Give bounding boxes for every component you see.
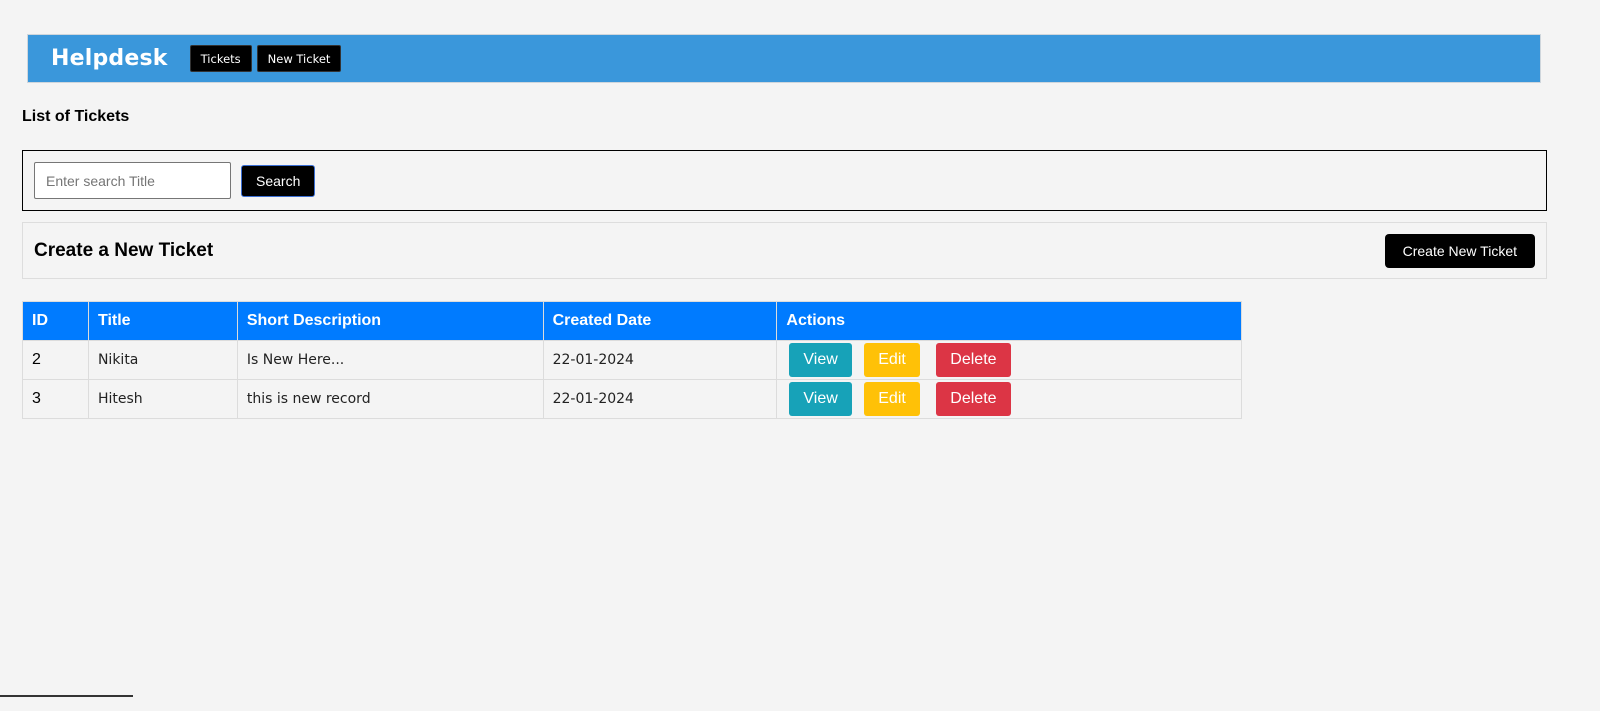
navbar: Helpdesk Tickets New Ticket bbox=[27, 34, 1541, 83]
cell-id: 3 bbox=[22, 379, 89, 419]
cell-created-date: 22-01-2024 bbox=[542, 340, 778, 380]
horizontal-scrollbar[interactable] bbox=[0, 695, 133, 697]
table-row: 3 Hitesh this is new record 22-01-2024 V… bbox=[22, 379, 1242, 419]
create-ticket-heading: Create a New Ticket bbox=[34, 239, 214, 261]
view-button[interactable]: View bbox=[789, 382, 852, 416]
cell-actions: View Edit Delete bbox=[776, 340, 1242, 380]
column-header-actions: Actions bbox=[776, 301, 1242, 341]
create-ticket-panel: Create a New Ticket Create New Ticket bbox=[22, 222, 1547, 279]
column-header-title: Title bbox=[87, 301, 238, 341]
column-header-created-date: Created Date bbox=[542, 301, 778, 341]
table-row: 2 Nikita Is New Here... 22-01-2024 View … bbox=[22, 340, 1242, 380]
delete-button[interactable]: Delete bbox=[936, 382, 1011, 416]
brand-logo[interactable]: Helpdesk bbox=[51, 46, 168, 71]
search-panel: Search bbox=[22, 150, 1547, 211]
tickets-table: ID Title Short Description Created Date … bbox=[22, 301, 1242, 419]
table-header-row: ID Title Short Description Created Date … bbox=[22, 301, 1242, 341]
page-title: List of Tickets bbox=[22, 108, 130, 125]
cell-created-date: 22-01-2024 bbox=[542, 379, 778, 419]
cell-short-description: this is new record bbox=[236, 379, 544, 419]
cell-id: 2 bbox=[22, 340, 89, 380]
search-button[interactable]: Search bbox=[241, 164, 316, 197]
nav-new-ticket-button[interactable]: New Ticket bbox=[256, 45, 342, 72]
nav-tickets-button[interactable]: Tickets bbox=[189, 45, 252, 72]
column-header-id: ID bbox=[22, 301, 89, 341]
cell-short-description: Is New Here... bbox=[236, 340, 544, 380]
edit-button[interactable]: Edit bbox=[864, 382, 920, 416]
cell-title: Nikita bbox=[87, 340, 238, 380]
create-new-ticket-button[interactable]: Create New Ticket bbox=[1384, 233, 1535, 268]
cell-actions: View Edit Delete bbox=[776, 379, 1242, 419]
view-button[interactable]: View bbox=[789, 343, 852, 377]
delete-button[interactable]: Delete bbox=[936, 343, 1011, 377]
cell-title: Hitesh bbox=[87, 379, 238, 419]
search-input[interactable] bbox=[34, 162, 231, 199]
column-header-short-description: Short Description bbox=[236, 301, 544, 341]
edit-button[interactable]: Edit bbox=[864, 343, 920, 377]
